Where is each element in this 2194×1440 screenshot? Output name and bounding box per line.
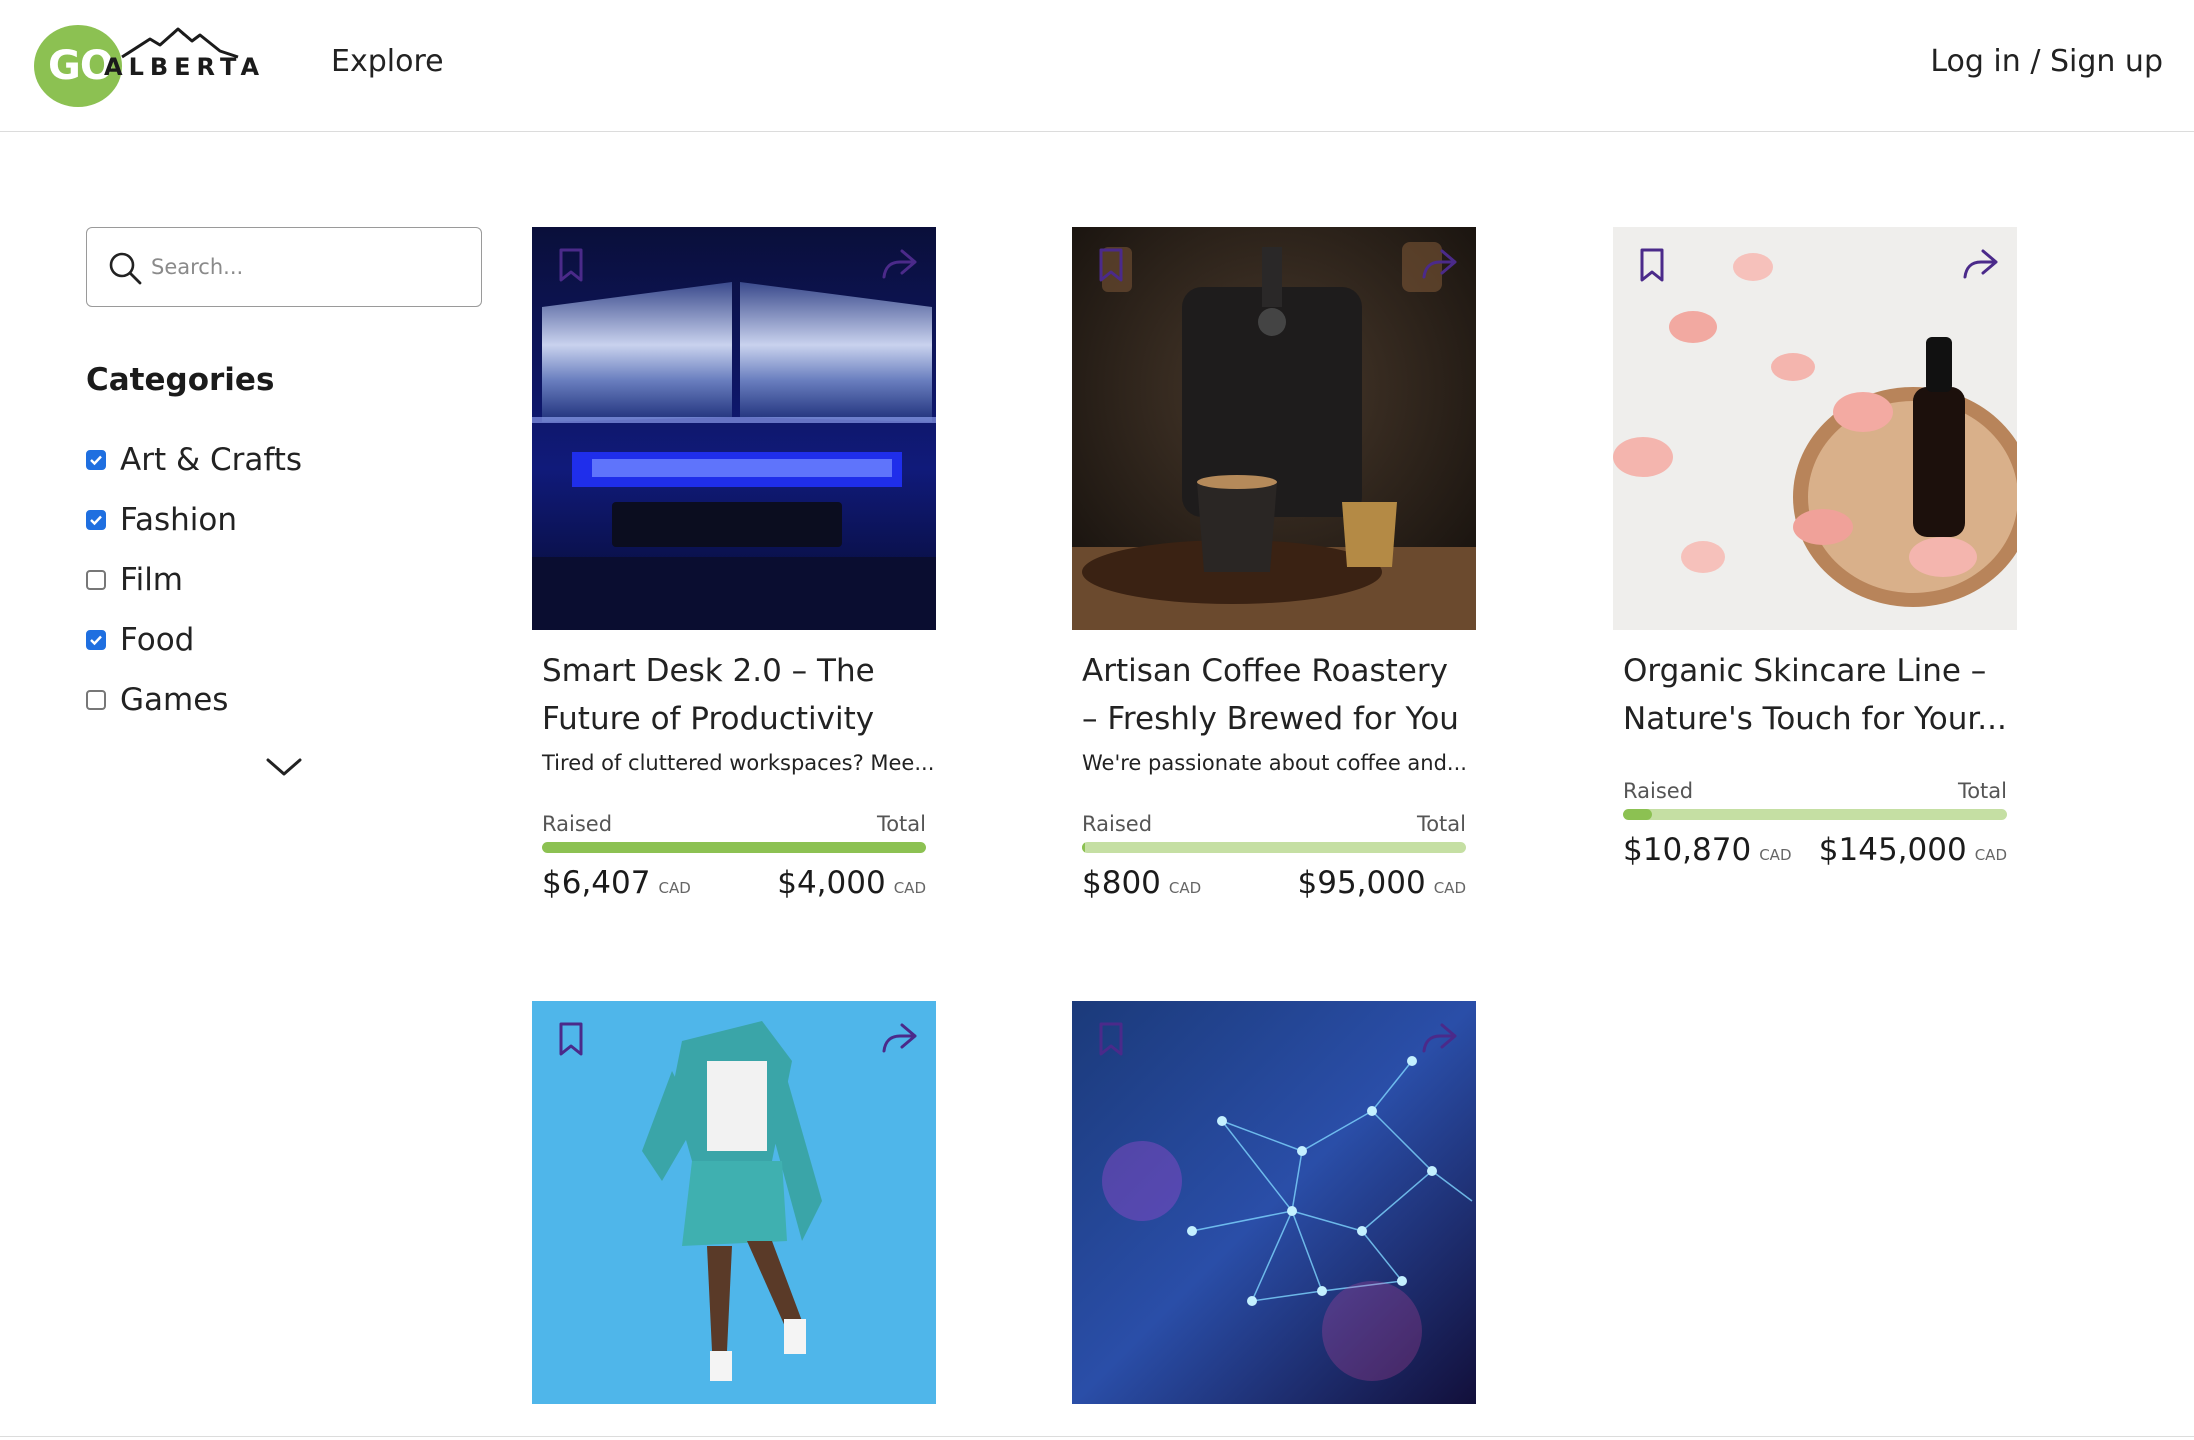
network-image: [1072, 1001, 1476, 1404]
funding-stats: Raised Total $800 CAD $95,000 CAD: [1082, 812, 1466, 901]
category-checkbox[interactable]: [86, 690, 106, 710]
category-label: Food: [120, 622, 195, 658]
bookmark-icon[interactable]: [1096, 1021, 1126, 1057]
nav-explore-link[interactable]: Explore: [331, 44, 444, 79]
total-value: $95,000: [1297, 865, 1426, 901]
currency-label: CAD: [893, 879, 926, 897]
category-label: Games: [120, 682, 229, 718]
check-icon: [90, 635, 102, 646]
campaign-image[interactable]: [532, 1001, 936, 1404]
check-icon: [90, 455, 102, 466]
total-label: Total: [1416, 812, 1466, 836]
check-icon: [90, 515, 102, 526]
category-label: Film: [120, 562, 183, 598]
chevron-down-icon[interactable]: [262, 752, 306, 782]
total-amount: $95,000 CAD: [1298, 865, 1467, 901]
share-icon[interactable]: [1420, 1021, 1458, 1055]
raised-value: $6,407: [542, 865, 651, 901]
category-film[interactable]: Film: [86, 550, 446, 610]
total-label: Total: [1957, 779, 2007, 803]
desk-setup-image: [532, 227, 936, 630]
category-checkbox[interactable]: [86, 450, 106, 470]
fashion-image: [532, 1001, 936, 1404]
raised-label: Raised: [1623, 779, 1694, 803]
raised-value: $10,870: [1623, 832, 1752, 868]
currency-label: CAD: [1168, 879, 1202, 897]
raised-value: $800: [1082, 865, 1161, 901]
category-games[interactable]: Games: [86, 670, 446, 730]
category-fashion[interactable]: Fashion: [86, 490, 446, 550]
go-alberta-logo[interactable]: GO ALBERTA: [34, 25, 259, 107]
funding-progress-fill: [1623, 809, 1652, 820]
category-food[interactable]: Food: [86, 610, 446, 670]
funding-stats: Raised Total $6,407 CAD $4,000 CAD: [542, 812, 926, 901]
campaign-image[interactable]: [532, 227, 936, 630]
funding-progress-bar: [1082, 842, 1466, 853]
funding-stats: Raised Total $10,870 CAD $145,000 CAD: [1623, 779, 2007, 868]
search-input[interactable]: [151, 242, 461, 292]
currency-label: CAD: [1433, 879, 1466, 897]
category-checkbox[interactable]: [86, 510, 106, 530]
campaign-image[interactable]: [1613, 227, 2017, 630]
search-icon: [109, 252, 142, 285]
campaign-description: Tired of cluttered workspaces? Mee...: [542, 751, 935, 775]
raised-label: Raised: [542, 812, 613, 836]
bookmark-icon[interactable]: [556, 247, 586, 283]
total-value: $4,000: [777, 865, 886, 901]
categories-heading: Categories: [86, 362, 275, 398]
campaign-description: We're passionate about coffee and...: [1082, 751, 1467, 775]
bookmark-icon[interactable]: [556, 1021, 586, 1057]
raised-label: Raised: [1082, 812, 1153, 836]
share-icon[interactable]: [880, 1021, 918, 1055]
raised-amount: $800 CAD: [1082, 865, 1201, 901]
currency-label: CAD: [658, 879, 691, 897]
category-list: Art & Crafts Fashion Film Food Games: [86, 430, 446, 730]
campaign-image[interactable]: [1072, 227, 1476, 630]
total-amount: $4,000 CAD: [777, 865, 926, 901]
skincare-image: [1613, 227, 2017, 630]
raised-amount: $10,870 CAD: [1623, 832, 1792, 868]
total-amount: $145,000 CAD: [1819, 832, 2007, 868]
share-icon[interactable]: [1961, 247, 1999, 281]
category-label: Fashion: [120, 502, 238, 538]
coffee-image: [1072, 227, 1476, 630]
funding-progress-bar: [1623, 809, 2007, 820]
share-icon[interactable]: [1420, 247, 1458, 281]
search-box[interactable]: [86, 227, 482, 307]
bookmark-icon[interactable]: [1637, 247, 1667, 283]
share-icon[interactable]: [880, 247, 918, 281]
bookmark-icon[interactable]: [1096, 247, 1126, 283]
campaign-image[interactable]: [1072, 1001, 1476, 1404]
bottom-divider: [0, 1436, 2194, 1437]
funding-progress-fill: [542, 842, 926, 853]
category-label: Art & Crafts: [120, 442, 303, 478]
currency-label: CAD: [1974, 846, 2007, 864]
funding-progress-bar: [542, 842, 926, 853]
currency-label: CAD: [1759, 846, 1792, 864]
funding-progress-fill: [1082, 842, 1086, 853]
campaign-title[interactable]: Smart Desk 2.0 – The Future of Productiv…: [542, 647, 932, 743]
top-nav: GO ALBERTA Explore Log in / Sign up: [0, 0, 2194, 132]
campaign-title[interactable]: Organic Skincare Line – Nature's Touch f…: [1623, 647, 2013, 743]
logo-alberta-text: ALBERTA: [104, 53, 266, 81]
total-label: Total: [876, 812, 926, 836]
login-signup-link[interactable]: Log in / Sign up: [1930, 44, 2163, 79]
campaign-title[interactable]: Artisan Coffee Roastery – Freshly Brewed…: [1082, 647, 1472, 743]
category-checkbox[interactable]: [86, 570, 106, 590]
category-art-crafts[interactable]: Art & Crafts: [86, 430, 446, 490]
raised-amount: $6,407 CAD: [542, 865, 691, 901]
total-value: $145,000: [1818, 832, 1967, 868]
category-checkbox[interactable]: [86, 630, 106, 650]
